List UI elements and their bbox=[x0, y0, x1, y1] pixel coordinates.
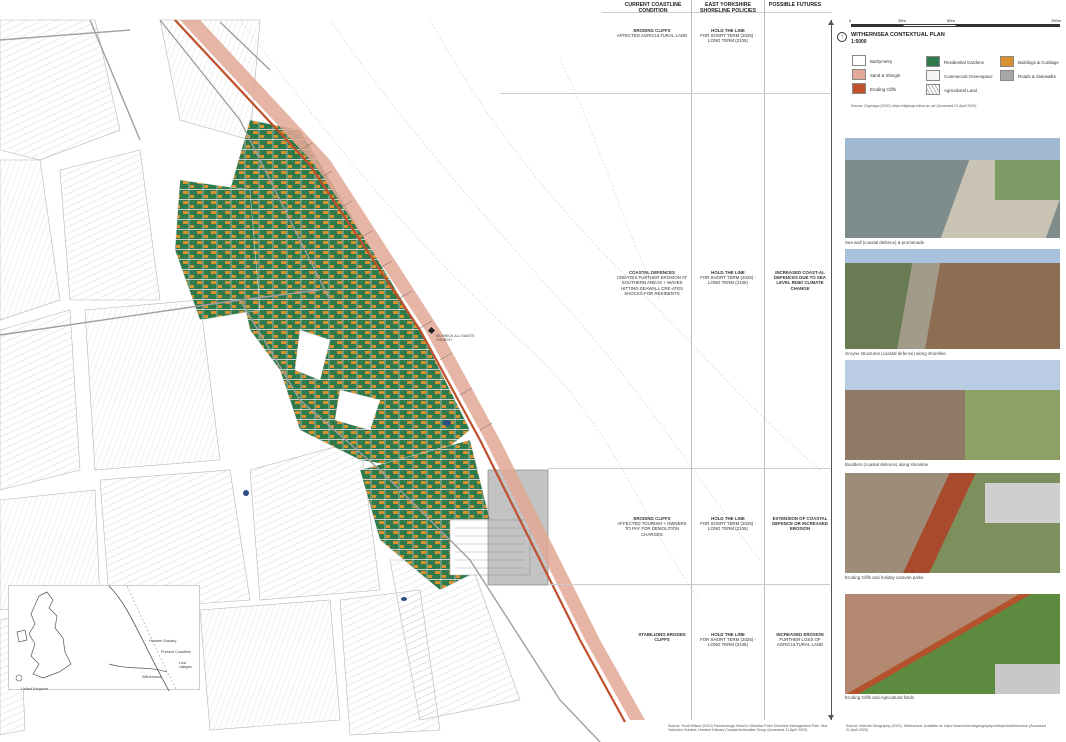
legend-swatch-residential bbox=[926, 56, 940, 67]
scalebar-25: 25m bbox=[898, 18, 906, 23]
photo-caption-boulders: Boulders (coastal defence) along shoreli… bbox=[845, 462, 929, 467]
scalebar-100: 100m bbox=[1051, 18, 1062, 23]
north-arrow-icon: ↑ bbox=[837, 32, 847, 42]
row2-future-title: INCREASED COAST-AL DEFENCES DUE TO SEA L… bbox=[774, 270, 826, 291]
row3-condition-text: AFFECTED TOURISM + OWNERS TO PAY FOR DEM… bbox=[617, 521, 687, 537]
row3-condition: ERODING CLIFFS AFFECTED TOURISM + OWNERS … bbox=[614, 516, 690, 537]
row4-condition: STABILIZING ERODED CLIFFS bbox=[634, 632, 690, 642]
plan-scale: 1:5000 bbox=[851, 39, 867, 45]
photo-seawall bbox=[845, 138, 1060, 238]
row3-policy-text: FOR SHORT TERM (2025) - LONG TERM (2105) bbox=[700, 521, 756, 532]
church-label: KILNWICK ALL SAINTS CHURCH bbox=[436, 334, 475, 343]
legend-label-buildings: Buildings & Curtilage bbox=[1018, 60, 1059, 65]
row-guide-3 bbox=[548, 584, 830, 585]
row4-future: INCREASED EROSION FURTHER LOSS OF AGRICUL… bbox=[772, 632, 828, 648]
row2-condition: COASTAL DEFENCES CREATES FURTHER EROSION … bbox=[614, 270, 690, 296]
row-guide-2 bbox=[548, 468, 830, 469]
plan-source: Source: Digimaps (2020) https://digimap.… bbox=[851, 104, 977, 108]
timeline-arrow-down-icon bbox=[828, 715, 834, 720]
source-right: Source: Internet Geography (2020). Withe… bbox=[846, 724, 1046, 733]
scalebar-50: 50m bbox=[947, 18, 955, 23]
row4-future-text: FURTHER LOSS OF AGRICULTURAL LAND bbox=[776, 637, 824, 648]
inset-label-humber: Humber Estuary bbox=[149, 639, 177, 643]
legend-label-commercial: Commercial Greenspace bbox=[944, 74, 993, 79]
row2-future: INCREASED COAST-AL DEFENCES DUE TO SEA L… bbox=[772, 270, 828, 291]
inset-label-uk: United Kingdom bbox=[21, 687, 49, 691]
col-header-futures: POSSIBLE FUTURES bbox=[768, 2, 822, 8]
legend-label-cliffs: Eroding Cliffs bbox=[870, 87, 897, 92]
row4-policy: HOLD THE LINE FOR SHORT TERM (2025) - LON… bbox=[698, 632, 758, 648]
row3-future: EXTENSION OF COASTAL DEFENCE OR INCREASE… bbox=[772, 516, 828, 532]
row2-policy-text: FOR SHORT TERM (2025) - LONG TERM (2105) bbox=[700, 275, 756, 286]
photo-caption-fields: Eroding Cliffs and Agricultural fields bbox=[845, 695, 914, 700]
row2-policy: HOLD THE LINE FOR SHORT TERM (2025) - LON… bbox=[698, 270, 758, 286]
legend-swatch-commercial bbox=[926, 70, 940, 81]
scalebar bbox=[851, 24, 1060, 27]
table-divider-2 bbox=[764, 0, 765, 720]
scalebar-0: 0 bbox=[849, 18, 852, 23]
photo-caravans bbox=[845, 473, 1060, 573]
inset-map: United Kingdom Humber Estuary Withernsea… bbox=[8, 585, 200, 692]
photo-boulders bbox=[845, 360, 1060, 460]
legend-swatch-roads bbox=[1000, 70, 1014, 81]
row2-condition-text: CREATES FURTHER EROSION AT SOUTHERN AREA… bbox=[616, 275, 688, 296]
photo-groynes bbox=[845, 249, 1060, 349]
photo-caption-groynes: Groyne structures (coastal defence) alon… bbox=[845, 351, 946, 356]
timeline-axis bbox=[831, 20, 832, 720]
legend-swatch-cliffs bbox=[852, 83, 866, 94]
legend-label-roads: Roads & Sidewalks bbox=[1018, 74, 1056, 79]
legend-swatch-sand bbox=[852, 69, 866, 80]
row1-condition-text: AFFECTED AGRICULTURAL LAND bbox=[616, 33, 688, 39]
row4-condition-title: STABILIZING ERODED CLIFFS bbox=[638, 632, 686, 643]
row4-policy-text: FOR SHORT TERM (2025) - LONG TERM (2105) bbox=[700, 637, 756, 648]
row1-condition: ERODING CLIFFS AFFECTED AGRICULTURAL LAND bbox=[614, 28, 690, 38]
col-header-policies: EAST YORKSHIRE SHORELINE POLICIES bbox=[700, 2, 756, 14]
col-header-current: CURRENT COASTLINE CONDITION bbox=[624, 2, 682, 14]
inset-label-withernsea: Withernsea bbox=[142, 675, 162, 679]
legend-label-agricultural: Agricultural Land bbox=[944, 88, 977, 93]
row3-policy: HOLD THE LINE FOR SHORT TERM (2025) - LON… bbox=[698, 516, 758, 532]
inset-label-lost-villages: Lost villages bbox=[179, 661, 192, 669]
row1-policy: HOLD THE LINE FOR SHORT TERM (2025) - LON… bbox=[698, 28, 758, 44]
row3-future-title: EXTENSION OF COASTAL DEFENCE OR INCREASE… bbox=[772, 516, 828, 532]
legend-swatch-agricultural bbox=[926, 84, 940, 95]
row1-policy-text: FOR SHORT TERM (2025) - LONG TERM (2105) bbox=[700, 33, 756, 44]
plan-title: WITHERNSEA CONTEXTUAL PLAN bbox=[851, 32, 945, 38]
source-left: Source: Scott Wilson (2010) Flamborough … bbox=[668, 724, 829, 733]
legend-swatch-bathymetry bbox=[852, 55, 866, 66]
photo-caption-caravans: Eroding Cliffs and holiday caravan parks bbox=[845, 575, 924, 580]
photo-fields bbox=[845, 594, 1060, 694]
timeline-arrow-up-icon bbox=[828, 20, 834, 25]
table-divider-1 bbox=[691, 0, 692, 720]
legend-label-sand: Sand & Shingle bbox=[870, 73, 901, 78]
inset-label-present-coastline: Present Coastline bbox=[161, 650, 191, 654]
legend-label-bathymetry: Bathymetry bbox=[870, 59, 893, 64]
legend-label-residential: Residential Gardens bbox=[944, 60, 984, 65]
row-guide-1 bbox=[500, 93, 830, 94]
legend-swatch-buildings bbox=[1000, 56, 1014, 67]
photo-caption-seawall: Sea wall (coastal defence) & promenade bbox=[845, 240, 925, 245]
